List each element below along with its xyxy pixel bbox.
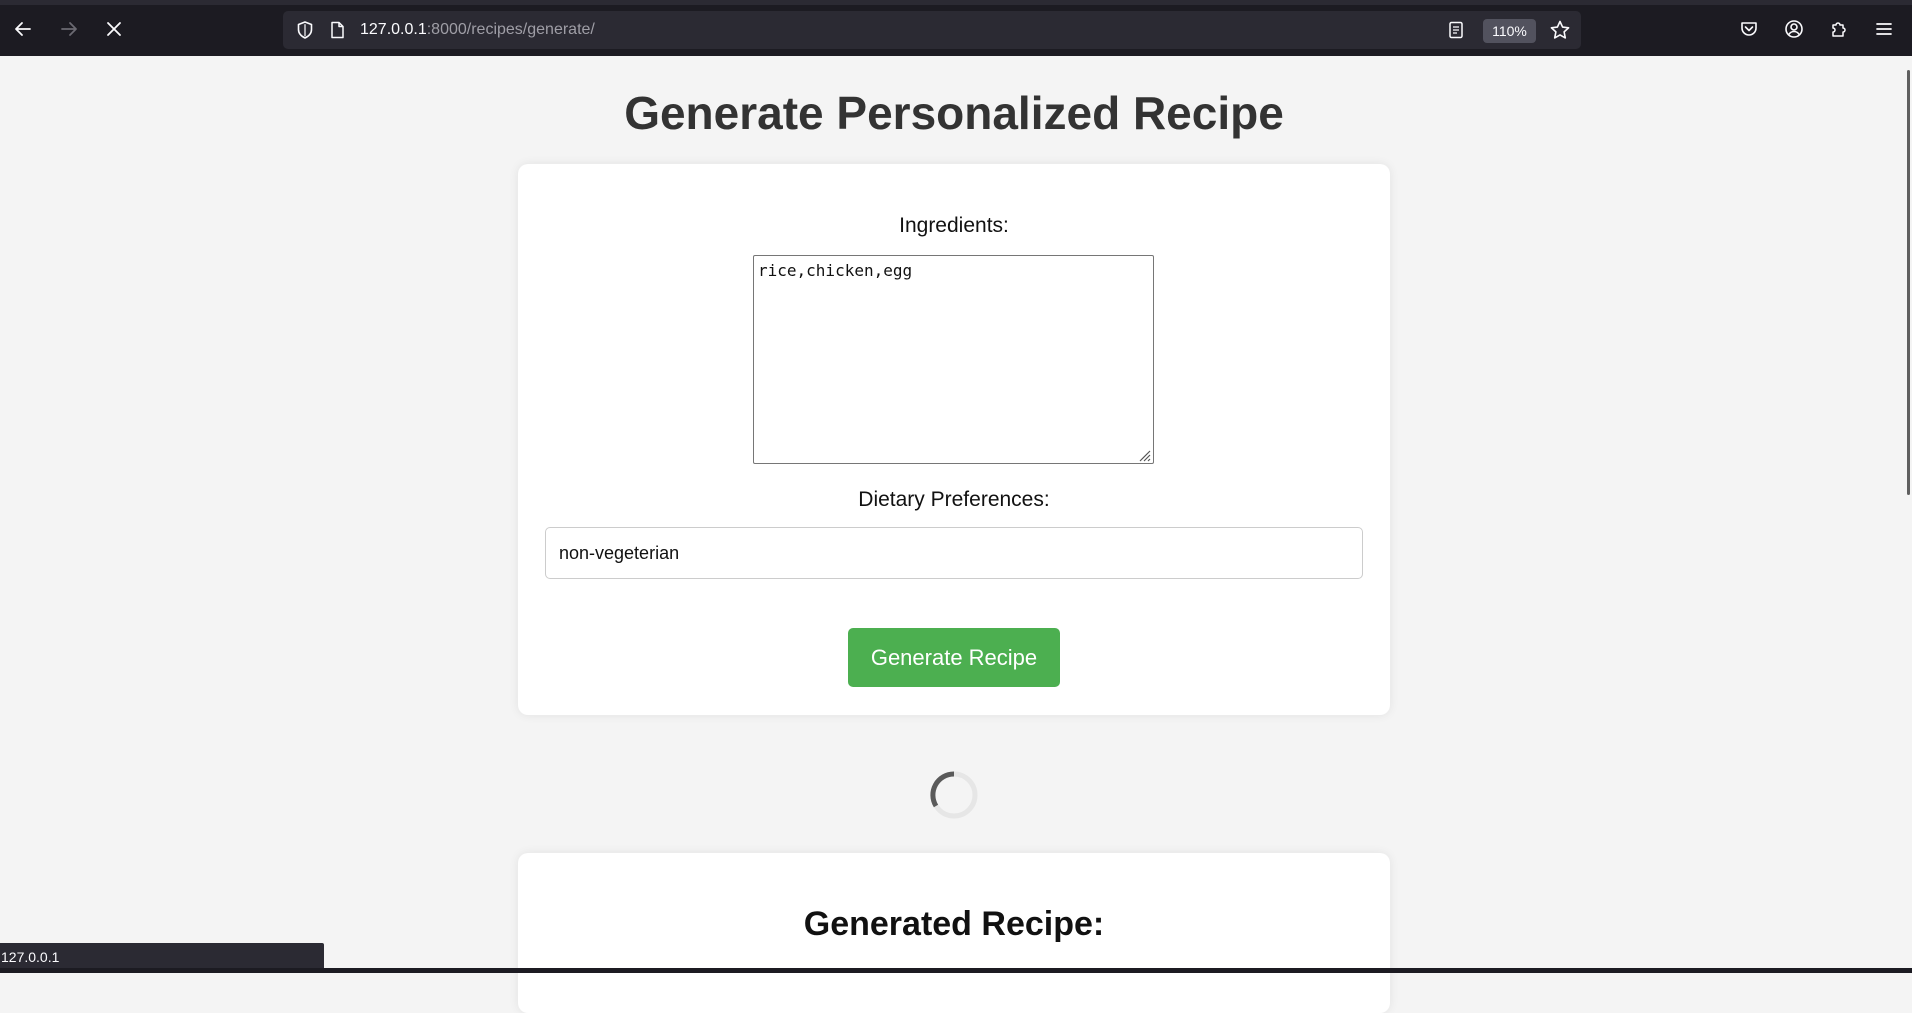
account-button[interactable] xyxy=(1778,13,1810,45)
url-host: 127.0.0.1 xyxy=(360,21,427,38)
dietary-preferences-input[interactable] xyxy=(545,527,1363,579)
generated-recipe-title: Generated Recipe: xyxy=(803,905,1105,943)
url-path: :8000/recipes/generate/ xyxy=(426,21,595,38)
status-bar: 127.0.0.1 xyxy=(0,943,324,970)
account-icon xyxy=(1785,20,1803,38)
window-bottom-edge xyxy=(0,968,1912,973)
page-icon[interactable] xyxy=(327,20,347,40)
page-title: Generate Personalized Recipe xyxy=(624,87,1284,139)
pocket-icon xyxy=(1741,22,1757,36)
back-icon xyxy=(15,22,31,36)
pocket-button[interactable] xyxy=(1733,13,1765,45)
loading-spinner-icon xyxy=(930,771,978,819)
ingredients-label: Ingredients: xyxy=(899,214,1009,237)
ingredients-textarea[interactable]: rice,chicken,egg xyxy=(753,255,1154,464)
back-button[interactable] xyxy=(7,13,39,45)
stop-button[interactable] xyxy=(98,13,130,45)
extensions-button[interactable] xyxy=(1823,13,1855,45)
shield-icon[interactable] xyxy=(295,20,315,40)
resize-grip-icon[interactable] xyxy=(1137,448,1151,462)
forward-button[interactable] xyxy=(53,13,85,45)
generate-recipe-button[interactable]: Generate Recipe xyxy=(848,628,1060,687)
address-bar[interactable]: 127.0.0.1:8000/recipes/generate/ 110% xyxy=(283,11,1581,49)
forward-icon xyxy=(61,22,77,36)
stop-icon xyxy=(107,22,121,36)
generated-recipe-card: Generated Recipe: xyxy=(518,853,1390,1013)
dietary-preferences-label: Dietary Preferences: xyxy=(858,488,1050,511)
recipe-form-card: Ingredients: rice,chicken,egg Dietary Pr… xyxy=(518,164,1390,715)
tab-strip-edge xyxy=(0,0,1912,5)
menu-icon xyxy=(1876,23,1892,35)
extensions-icon xyxy=(1832,22,1846,37)
browser-toolbar: 127.0.0.1:8000/recipes/generate/ 110% xyxy=(0,0,1912,56)
url-text[interactable]: 127.0.0.1:8000/recipes/generate/ xyxy=(360,21,595,39)
bookmark-star-icon[interactable] xyxy=(1549,19,1571,41)
menu-button[interactable] xyxy=(1868,13,1900,45)
reader-view-icon[interactable] xyxy=(1446,20,1466,40)
zoom-level-badge[interactable]: 110% xyxy=(1483,19,1536,43)
